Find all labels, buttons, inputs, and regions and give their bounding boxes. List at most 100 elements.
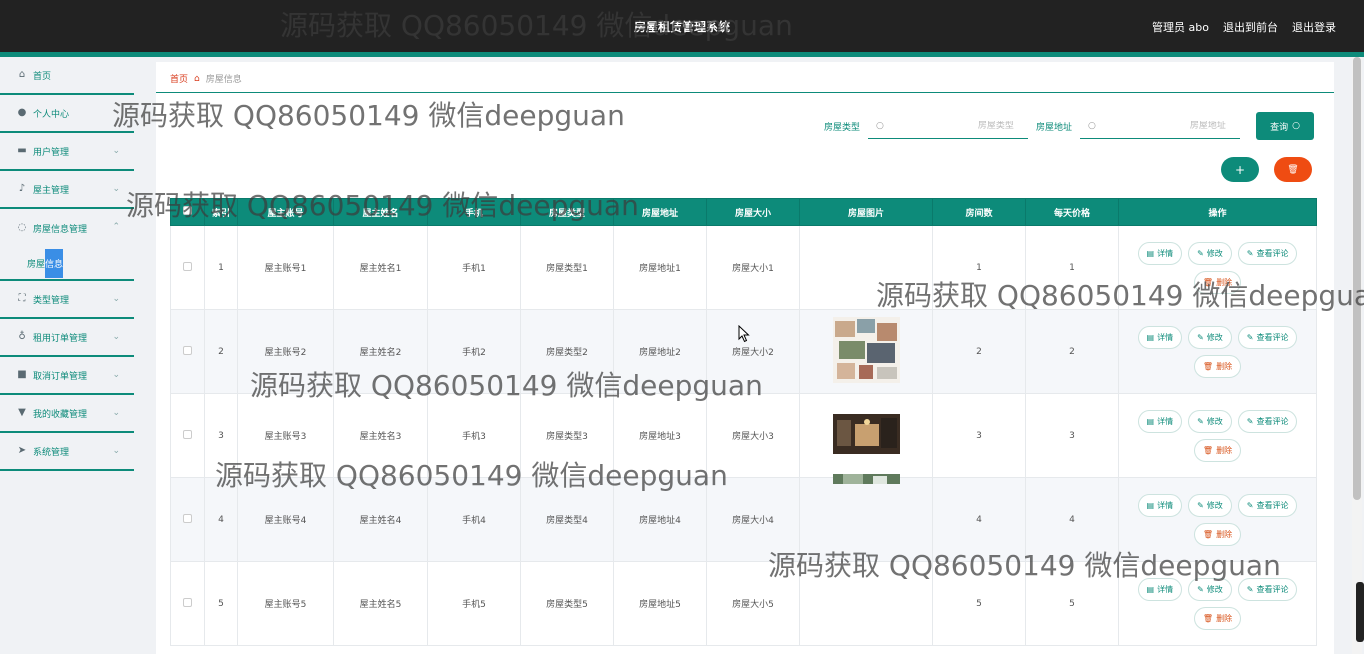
row-select-cell[interactable] <box>170 309 205 394</box>
row-select-cell[interactable] <box>170 393 205 478</box>
cell-phone: 手机5 <box>427 561 521 646</box>
exit-to-front-link[interactable]: 退出到前台 <box>1223 19 1278 35</box>
row-actions: ▤ 详情 ✎ 修改 ✎ 查看评论 🗑 删除 <box>1119 241 1316 294</box>
delete-button[interactable]: 🗑 删除 <box>1193 606 1242 630</box>
view-comments-button[interactable]: ✎ 查看评论 <box>1237 577 1298 601</box>
trash-icon: 🗑 <box>1202 277 1214 287</box>
row-actions: ▤ 详情 ✎ 修改 ✎ 查看评论 🗑 删除 <box>1119 493 1316 546</box>
submenu-label-a: 房屋 <box>27 259 46 270</box>
type-search-input[interactable] <box>883 120 1014 131</box>
row-checkbox[interactable] <box>183 597 192 607</box>
sidebar-item-label: 屋主管理 <box>33 185 70 196</box>
detail-button[interactable]: ▤ 详情 <box>1137 493 1183 517</box>
cell-house-address: 房屋地址3 <box>613 393 707 478</box>
row-checkbox[interactable] <box>183 429 192 439</box>
detail-button[interactable]: ▤ 详情 <box>1137 577 1183 601</box>
column-header: 手机 <box>427 198 521 226</box>
row-checkbox[interactable] <box>183 345 192 355</box>
batch-delete-button[interactable]: 🗑 <box>1274 157 1312 182</box>
edit-button[interactable]: ✎ 修改 <box>1188 577 1232 601</box>
page-scrollbar[interactable] <box>1352 57 1362 654</box>
search-button[interactable]: 查询 ○ <box>1256 112 1314 140</box>
sidebar: ⌂ 首页 ● 个人中心 ▬ 用户管理 ⌄ ♪ 屋主管理 ⌄ ◌ 房屋信息管理 ⌃… <box>0 57 134 654</box>
cell-house-size: 房屋大小5 <box>706 561 800 646</box>
search-icon: ○ <box>1088 120 1096 131</box>
house-table: 索引 屋主账号 屋主姓名 手机 房屋类型 房屋地址 房屋大小 房屋图片 房间数 … <box>170 198 1320 654</box>
sidebar-item-system[interactable]: ➤ 系统管理 ⌄ <box>0 433 134 471</box>
row-select-cell[interactable] <box>170 225 205 310</box>
add-button[interactable]: + <box>1221 157 1259 182</box>
cell-house-address: 房屋地址2 <box>613 309 707 394</box>
addr-search-input[interactable] <box>1095 120 1226 131</box>
cell-index: 2 <box>204 309 238 394</box>
edit-icon: ✎ <box>1197 416 1204 426</box>
row-checkbox[interactable] <box>183 513 192 523</box>
sidebar-subitem-house-info[interactable]: 房屋 信息 <box>0 247 134 281</box>
column-header: 房屋大小 <box>706 198 800 226</box>
sidebar-item-home[interactable]: ⌂ 首页 <box>0 57 134 95</box>
breadcrumb-home[interactable]: 首页 <box>170 72 188 85</box>
mic-icon: ♪ <box>18 183 26 194</box>
row-select-cell[interactable] <box>170 561 205 646</box>
cell-house-image <box>799 393 933 478</box>
detail-button[interactable]: ▤ 详情 <box>1137 409 1183 433</box>
delete-button[interactable]: 🗑 删除 <box>1193 438 1242 462</box>
scrollbar-thumb[interactable] <box>1353 57 1361 500</box>
cell-actions: ▤ 详情 ✎ 修改 ✎ 查看评论 🗑 删除 <box>1118 561 1317 646</box>
delete-button[interactable]: 🗑 删除 <box>1193 522 1242 546</box>
sidebar-item-profile[interactable]: ● 个人中心 <box>0 95 134 133</box>
detail-button[interactable]: ▤ 详情 <box>1137 325 1183 349</box>
row-select-cell[interactable] <box>170 477 205 562</box>
logout-link[interactable]: 退出登录 <box>1292 19 1336 35</box>
cell-daily-price: 3 <box>1025 393 1119 478</box>
row-checkbox[interactable] <box>183 261 192 271</box>
document-icon: ▤ <box>1146 416 1155 426</box>
select-all-checkbox[interactable] <box>183 206 192 215</box>
delete-button[interactable]: 🗑 删除 <box>1193 270 1242 294</box>
edit-button-label: 修改 <box>1206 500 1223 510</box>
trash-icon: 🗑 <box>1202 613 1214 623</box>
home-icon: ⌂ <box>18 69 26 80</box>
sidebar-item-cancel-orders[interactable]: ■ 取消订单管理 ⌄ <box>0 357 134 395</box>
home-icon: ⌂ <box>194 73 200 84</box>
addr-search-label: 房屋地址 <box>1035 122 1072 133</box>
view-comments-button[interactable]: ✎ 查看评论 <box>1237 325 1298 349</box>
sidebar-item-favorites[interactable]: ▼ 我的收藏管理 ⌄ <box>0 395 134 433</box>
view-comments-button[interactable]: ✎ 查看评论 <box>1237 493 1298 517</box>
detail-button[interactable]: ▤ 详情 <box>1137 241 1183 265</box>
expand-icon: ⛶ <box>18 293 26 304</box>
admin-user-link[interactable]: 管理员 abo <box>1152 19 1209 35</box>
cell-house-image <box>799 474 933 562</box>
delete-button[interactable]: 🗑 删除 <box>1193 354 1242 378</box>
cell-daily-price: 1 <box>1025 225 1119 310</box>
sidebar-item-users[interactable]: ▬ 用户管理 ⌄ <box>0 133 134 171</box>
table-row: 4 屋主账号4 屋主姓名4 手机4 房屋类型4 房屋地址4 房屋大小4 4 4 ▤ 详情 ✎ 修改 ✎ 查看… <box>170 474 1317 562</box>
edit-button[interactable]: ✎ 修改 <box>1188 325 1232 349</box>
chevron-up-icon: ⌃ <box>112 222 120 232</box>
cell-owner-name: 屋主姓名1 <box>333 225 428 310</box>
view-comments-label: 查看评论 <box>1256 332 1289 342</box>
floating-widget[interactable] <box>1356 582 1364 642</box>
sidebar-item-owners[interactable]: ♪ 屋主管理 ⌄ <box>0 171 134 209</box>
edit-button[interactable]: ✎ 修改 <box>1188 493 1232 517</box>
sidebar-item-types[interactable]: ⛶ 类型管理 ⌄ <box>0 281 134 319</box>
cell-daily-price: 5 <box>1025 561 1119 646</box>
briefcase-icon: ■ <box>17 369 27 380</box>
cell-actions: ▤ 详情 ✎ 修改 ✎ 查看评论 🗑 删除 <box>1118 225 1317 310</box>
table-row: 3 屋主账号3 屋主姓名3 手机3 房屋类型3 房屋地址3 房屋大小3 3 3 ▤ 详情 ✎ 修改 ✎ 查看… <box>170 393 1317 478</box>
cell-phone: 手机2 <box>427 309 521 394</box>
chevron-down-icon: ⌄ <box>112 370 120 380</box>
chevron-down-icon: ⌄ <box>112 294 120 304</box>
table-row: 1 屋主账号1 屋主姓名1 手机1 房屋类型1 房屋地址1 房屋大小1 1 1 ▤ 详情 ✎ 修改 ✎ 查看… <box>170 225 1317 310</box>
cell-daily-price: 4 <box>1025 477 1119 562</box>
edit-button[interactable]: ✎ 修改 <box>1188 241 1232 265</box>
edit-button[interactable]: ✎ 修改 <box>1188 409 1232 433</box>
sidebar-item-label: 租用订单管理 <box>33 333 88 344</box>
sidebar-item-house-info[interactable]: ◌ 房屋信息管理 ⌃ <box>0 209 134 247</box>
select-all-header[interactable] <box>170 198 205 226</box>
view-comments-button[interactable]: ✎ 查看评论 <box>1237 241 1298 265</box>
cell-index: 5 <box>204 561 238 646</box>
sidebar-item-rent-orders[interactable]: ♁ 租用订单管理 ⌄ <box>0 319 134 357</box>
view-comments-button[interactable]: ✎ 查看评论 <box>1237 409 1298 433</box>
edit-icon: ✎ <box>1246 584 1254 594</box>
